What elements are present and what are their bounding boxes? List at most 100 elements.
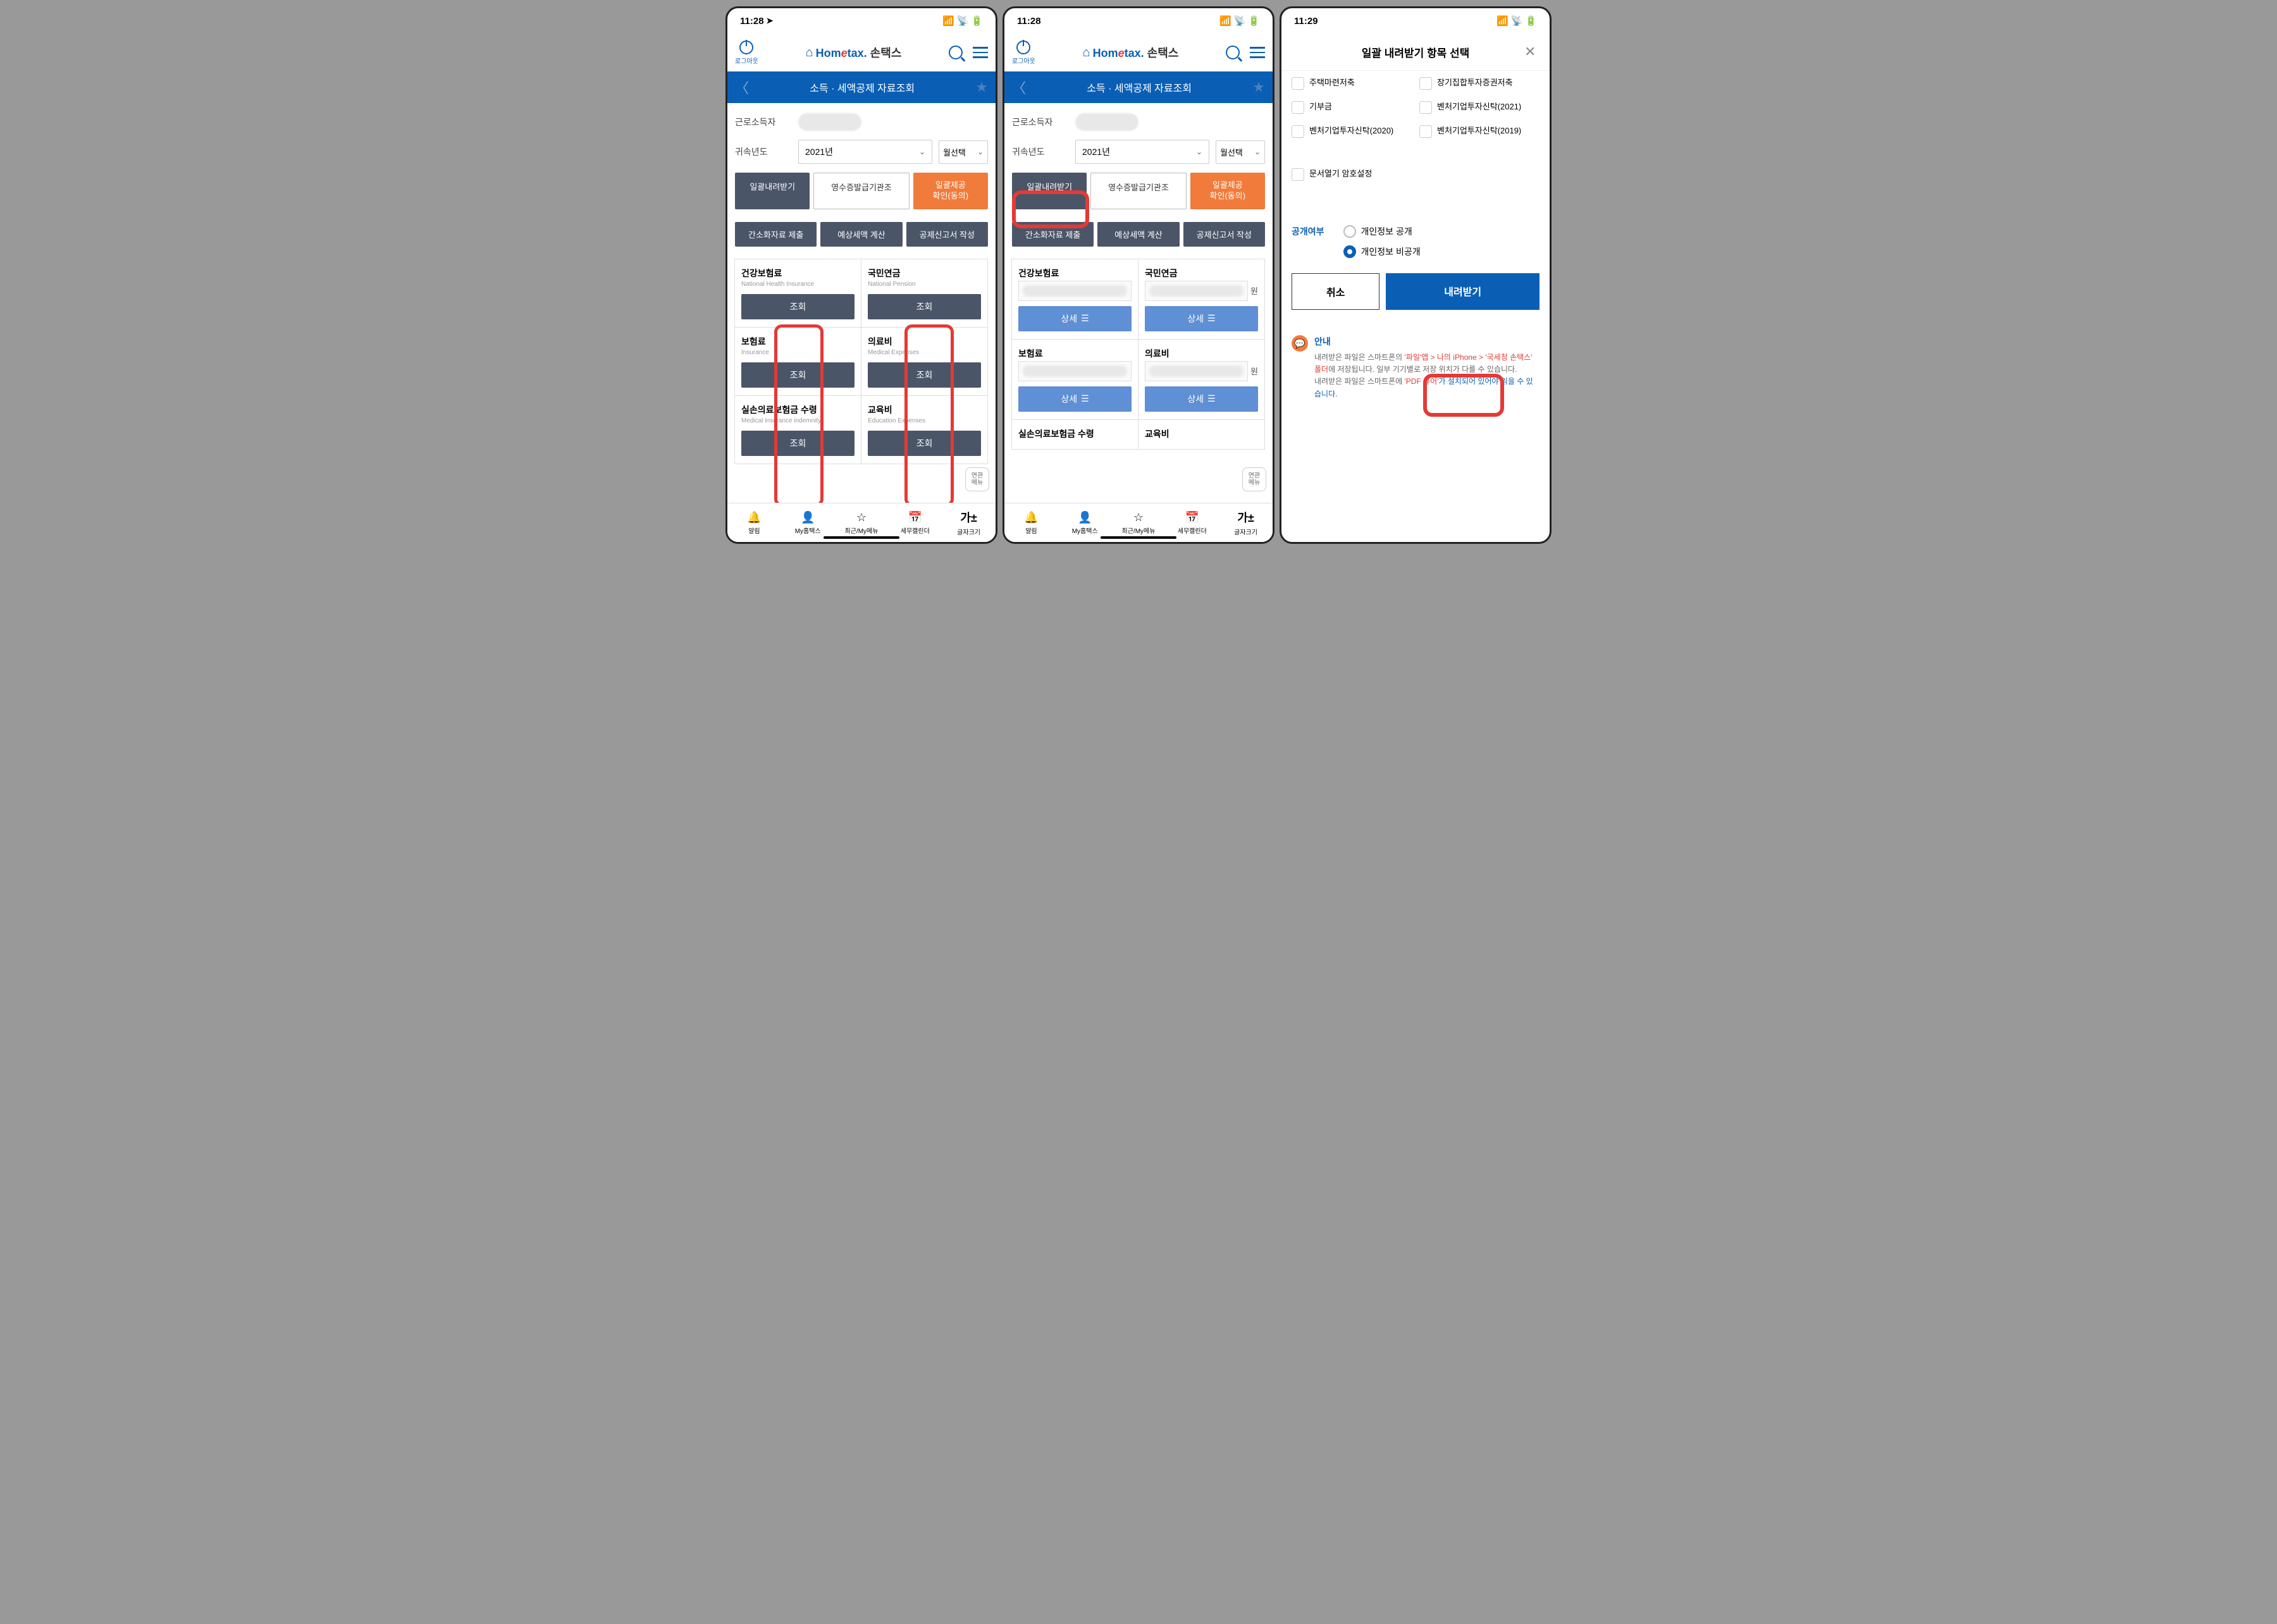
app-header: 로그아웃 ⌂ Hometax. 손택스 [1004,34,1273,71]
wifi-icon: 📡 [957,15,969,27]
year-label: 귀속년도 [1012,145,1069,158]
search-icon[interactable] [1226,46,1240,59]
encrypt-checkbox[interactable]: 문서열기 암호설정 [1292,168,1540,181]
checkbox-item[interactable]: 벤처기업투자신탁(2020) [1292,125,1412,138]
checkbox-item[interactable]: 기부금 [1292,101,1412,114]
search-icon[interactable] [949,46,963,59]
close-icon[interactable]: ✕ [1524,44,1540,60]
logout-button[interactable]: 로그아웃 [735,40,758,65]
checkbox-icon [1419,101,1432,114]
month-select[interactable]: 월선택⌄ [1216,140,1265,164]
chevron-down-icon: ⌄ [919,147,925,156]
amount-field [1018,281,1132,301]
radio-public[interactable]: 개인정보 공개 [1343,225,1421,238]
checkbox-item[interactable]: 장기집합투자증권저축 [1419,77,1540,90]
deduction-report-button[interactable]: 공제신고서 작성 [906,222,988,247]
simplify-submit-button[interactable]: 간소화자료 제출 [1012,222,1094,247]
house-icon: ⌂ [805,46,813,60]
disclosure-section: 공개여부 개인정보 공개 개인정보 비공개 [1281,225,1550,258]
estimate-tax-button[interactable]: 예상세액 계산 [820,222,902,247]
query-button[interactable]: 조회 [868,362,981,388]
receipt-issuer-button[interactable]: 영수증발급기관조 [1090,173,1186,209]
batch-download-button[interactable]: 일괄내려받기 [1012,173,1087,209]
menu-icon[interactable] [1250,47,1265,58]
status-indicators: 📶📡🔋 [1219,15,1260,27]
modal-title: 일괄 내려받기 항목 선택 [1307,44,1524,60]
signal-icon: 📶 [942,15,954,27]
star-outline-icon: ☆ [1133,511,1144,524]
content-area: 근로소득자 귀속년도 2021년⌄ 월선택⌄ 일괄내려받기 영수증발급기관조 일… [1004,103,1273,542]
estimate-tax-button[interactable]: 예상세액 계산 [1097,222,1179,247]
nav-alert[interactable]: 🔔알림 [727,503,781,542]
checkbox-item[interactable]: 벤처기업투자신탁(2019) [1419,125,1540,138]
receipt-issuer-button[interactable]: 영수증발급기관조 [813,173,909,209]
query-button[interactable]: 조회 [741,294,855,319]
download-button[interactable]: 내려받기 [1386,273,1540,310]
status-bar: 11:28 📶📡🔋 [1004,8,1273,34]
battery-icon: 🔋 [971,15,983,27]
wifi-icon: 📡 [1234,15,1246,27]
page-title-bar: 〈 소득 · 세액공제 자료조회 ★ [727,71,996,103]
query-button[interactable]: 조회 [868,431,981,456]
nav-alert[interactable]: 🔔알림 [1004,503,1058,542]
calendar-icon: 📅 [908,511,922,524]
home-indicator[interactable] [1101,536,1176,539]
year-select[interactable]: 2021년⌄ [1075,140,1209,164]
house-icon: ⌂ [1082,46,1090,60]
nav-fontsize[interactable]: 가±글자크기 [942,503,996,542]
month-select[interactable]: 월선택⌄ [939,140,988,164]
app-header: 로그아웃 ⌂ Hometax. 손택스 [727,34,996,71]
status-indicators: 📶📡🔋 [1496,15,1537,27]
logout-button[interactable]: 로그아웃 [1012,40,1035,65]
simplify-submit-button[interactable]: 간소화자료 제출 [735,222,817,247]
star-icon[interactable]: ★ [1252,79,1265,95]
batch-provide-button[interactable]: 일괄제공확인(동의) [1190,173,1265,209]
chevron-down-icon: ⌄ [977,147,984,156]
query-button[interactable]: 조회 [868,294,981,319]
checkbox-icon [1419,125,1432,138]
year-select[interactable]: 2021년⌄ [798,140,932,164]
signal-icon: 📶 [1219,15,1231,27]
signal-icon: 📶 [1496,15,1509,27]
power-icon [1016,40,1030,54]
app-logo[interactable]: ⌂ Hometax. 손택스 [805,44,901,61]
app-logo[interactable]: ⌂ Hometax. 손택스 [1082,44,1178,61]
checkbox-icon [1419,77,1432,90]
batch-download-button[interactable]: 일괄내려받기 [735,173,810,209]
detail-button[interactable]: 상세☰ [1018,386,1132,412]
deduction-report-button[interactable]: 공제신고서 작성 [1183,222,1265,247]
status-bar: 11:28➤ 📶📡🔋 [727,8,996,34]
back-icon[interactable]: 〈 [1012,77,1026,97]
related-menu-button[interactable]: 연관메뉴 [1242,467,1266,491]
status-bar: 11:29 📶📡🔋 [1281,8,1550,34]
redacted-name [798,113,861,131]
cancel-button[interactable]: 취소 [1292,273,1379,310]
location-icon: ➤ [767,16,774,26]
detail-button[interactable]: 상세☰ [1018,306,1132,331]
menu-icon[interactable] [973,47,988,58]
checkbox-item[interactable]: 벤처기업투자신탁(2021) [1419,101,1540,114]
phone-screen-2: 11:28 📶📡🔋 로그아웃 ⌂ Hometax. 손택스 〈 소득 · 세액공… [1003,6,1274,544]
query-button[interactable]: 조회 [741,431,855,456]
notice-text: 내려받은 파일은 스마트폰의 '파일'앱 > 나의 iPhone > '국세청 … [1314,352,1540,400]
radio-icon [1343,225,1356,238]
star-icon[interactable]: ★ [975,79,988,95]
income-label: 근로소득자 [735,116,792,128]
redacted-name [1075,113,1138,131]
bell-icon: 🔔 [1024,511,1038,524]
amount-field [1145,281,1248,301]
batch-provide-button[interactable]: 일괄제공확인(동의) [913,173,988,209]
detail-button[interactable]: 상세☰ [1145,306,1258,331]
radio-private[interactable]: 개인정보 비공개 [1343,245,1421,258]
info-icon: 💬 [1292,335,1308,352]
nav-fontsize[interactable]: 가±글자크기 [1219,503,1273,542]
query-button[interactable]: 조회 [741,362,855,388]
back-icon[interactable]: 〈 [735,77,749,97]
wifi-icon: 📡 [1511,15,1523,27]
detail-button[interactable]: 상세☰ [1145,386,1258,412]
page-title-bar: 〈 소득 · 세액공제 자료조회 ★ [1004,71,1273,103]
star-outline-icon: ☆ [856,511,867,524]
related-menu-button[interactable]: 연관메뉴 [965,467,989,491]
home-indicator[interactable] [824,536,899,539]
checkbox-item[interactable]: 주택마련저축 [1292,77,1412,90]
